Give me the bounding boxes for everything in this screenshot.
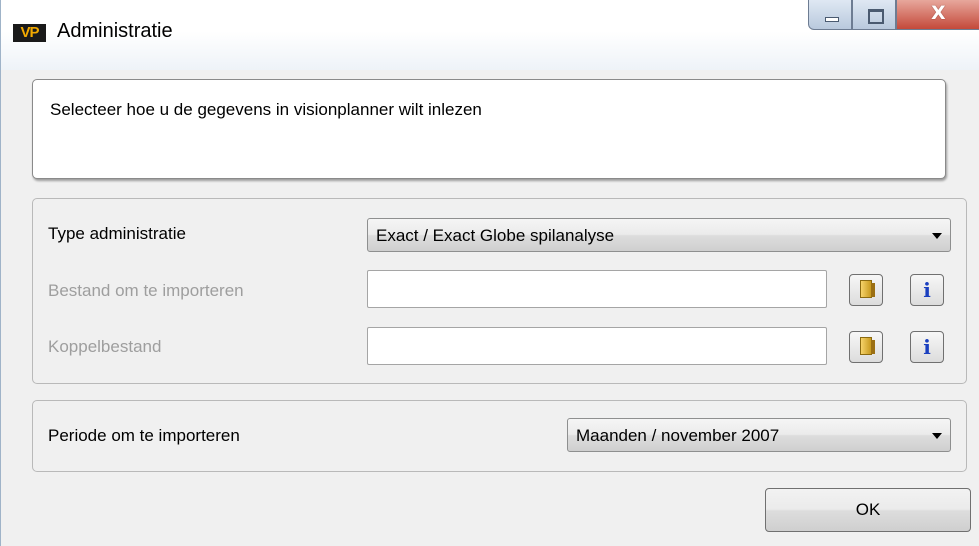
koppelbestand-label: Koppelbestand — [48, 337, 162, 356]
minimize-icon — [825, 17, 839, 22]
open-file-icon — [860, 280, 875, 298]
maximize-icon — [868, 9, 884, 24]
koppelbestand-browse-button[interactable] — [849, 331, 883, 363]
ok-button[interactable]: OK — [765, 488, 971, 532]
minimize-button[interactable] — [808, 0, 852, 30]
instruction-panel: Selecteer hoe u de gegevens in visionpla… — [32, 79, 946, 179]
bestand-input[interactable] — [367, 270, 827, 308]
info-icon: i — [923, 278, 931, 302]
periode-value: Maanden / november 2007 — [576, 426, 780, 445]
koppelbestand-input[interactable] — [367, 327, 827, 365]
instruction-text: Selecteer hoe u de gegevens in visionpla… — [50, 100, 482, 119]
maximize-button[interactable] — [852, 0, 896, 30]
window-controls: X — [800, 0, 979, 34]
bestand-label: Bestand om te importeren — [48, 281, 244, 300]
koppelbestand-info-button[interactable]: i — [910, 331, 944, 363]
chevron-down-icon — [932, 233, 942, 239]
window-title: Administratie — [57, 20, 173, 42]
bestand-browse-button[interactable] — [849, 274, 883, 306]
type-administratie-label: Type administratie — [48, 224, 186, 243]
chevron-down-icon — [932, 433, 942, 439]
visionplanner-logo-icon: VP — [13, 24, 46, 42]
periode-label: Periode om te importeren — [48, 426, 240, 445]
ok-button-label: OK — [855, 500, 881, 519]
type-administratie-value: Exact / Exact Globe spilanalyse — [376, 226, 615, 245]
close-icon: X — [931, 2, 946, 24]
bestand-info-button[interactable]: i — [910, 274, 944, 306]
title-bar[interactable]: VP Administratie X — [1, 0, 979, 70]
periode-select[interactable]: Maanden / november 2007 — [567, 418, 951, 452]
type-administratie-select[interactable]: Exact / Exact Globe spilanalyse — [367, 218, 951, 252]
open-file-icon — [860, 337, 875, 355]
info-icon: i — [923, 335, 931, 359]
close-button[interactable]: X — [896, 0, 979, 30]
administratie-window: VP Administratie X Selecteer hoe u de ge… — [0, 0, 979, 546]
